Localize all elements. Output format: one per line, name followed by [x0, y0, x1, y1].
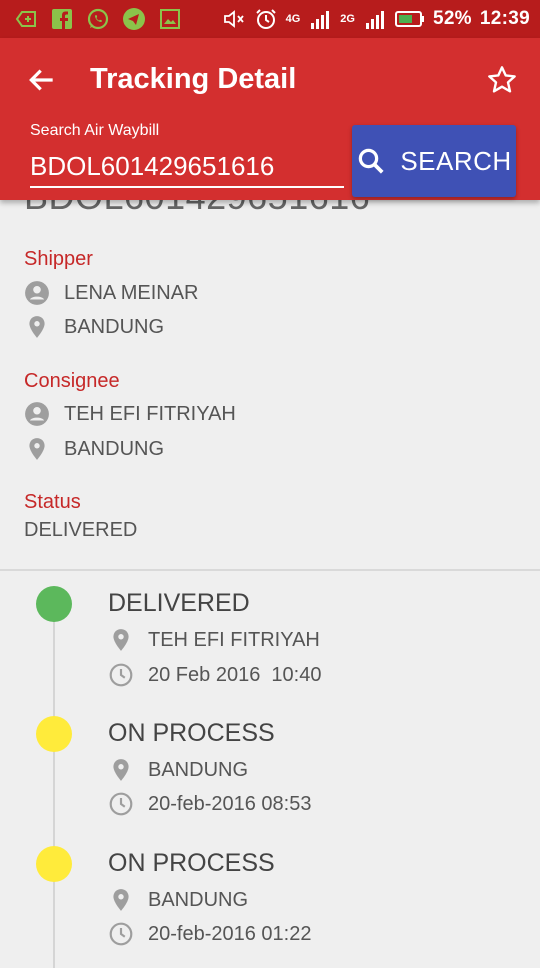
shipper-name-row: LENA MEINAR: [24, 280, 198, 306]
event-time-row: 20-feb-2016 01:22: [108, 921, 311, 947]
facebook-icon: [52, 9, 72, 29]
person-icon: [25, 402, 49, 426]
shipper-city: BANDUNG: [64, 315, 165, 338]
timeline-line: [53, 588, 55, 968]
event-time-row: 20 Feb 2016 10:40: [108, 662, 321, 688]
consignee-name-row: TEH EFI FITRIYAH: [24, 401, 236, 427]
timeline-dot-on-process: [36, 846, 72, 882]
app-bar: Tracking Detail Search Air Waybill SEARC…: [0, 38, 540, 200]
mute-icon: [223, 10, 244, 28]
network-type-1: 4G: [285, 13, 301, 25]
search-button-label: SEARCH: [400, 145, 512, 176]
shipper-title: Shipper: [24, 248, 93, 270]
timeline-dot-on-process: [36, 716, 72, 752]
person-icon: [25, 281, 49, 305]
notification-icons: [14, 7, 182, 31]
status-value: DELIVERED: [24, 519, 138, 541]
event-location-row: TEH EFI FITRIYAH: [108, 627, 320, 653]
battery-percent: 52%: [432, 8, 472, 29]
signal-icon-2: [365, 11, 384, 29]
event-time: 20-feb-2016 01:22: [148, 922, 312, 945]
search-icon: [359, 148, 384, 174]
event-status: ON PROCESS: [108, 719, 275, 747]
location-pin-icon: [113, 629, 129, 651]
page-title: Tracking Detail: [90, 63, 297, 95]
status-title: Status: [24, 491, 81, 513]
event-location: TEH EFI FITRIYAH: [148, 628, 320, 651]
clock: 12:39: [479, 8, 530, 29]
back-arrow-icon[interactable]: [26, 64, 58, 96]
shipper-city-row: BANDUNG: [24, 314, 164, 340]
consignee-city-row: BANDUNG: [24, 436, 164, 462]
event-location: BANDUNG: [148, 888, 249, 911]
waybill-input[interactable]: [30, 146, 344, 188]
star-icon[interactable]: [486, 64, 518, 96]
battery-icon: [394, 11, 424, 27]
location-pin-icon: [29, 316, 45, 338]
event-time: 20-feb-2016 08:53: [148, 792, 312, 815]
notification-add-icon: [15, 11, 36, 27]
whatsapp-icon: [87, 8, 109, 30]
clock-icon: [109, 922, 133, 946]
event-time: 20 Feb 2016 10:40: [148, 663, 322, 686]
clock-icon: [109, 792, 133, 816]
event-location-row: BANDUNG: [108, 757, 248, 783]
divider: [0, 569, 540, 571]
event-location: BANDUNG: [148, 758, 249, 781]
status-bar: 4G 2G 52% 12:39: [0, 0, 540, 38]
event-status: ON PROCESS: [108, 849, 275, 877]
clock-icon: [109, 663, 133, 687]
telegram-icon: [123, 8, 145, 30]
consignee-name: TEH EFI FITRIYAH: [64, 402, 236, 425]
consignee-title: Consignee: [24, 370, 120, 392]
system-indicators: 4G 2G 52% 12:39: [222, 7, 530, 31]
network-type-2: 2G: [340, 13, 355, 25]
location-pin-icon: [29, 438, 45, 460]
event-status: DELIVERED: [108, 589, 250, 617]
location-pin-icon: [113, 889, 129, 911]
image-icon: [160, 9, 180, 29]
signal-icon: [311, 11, 330, 29]
alarm-icon: [255, 9, 276, 29]
consignee-city: BANDUNG: [64, 437, 165, 460]
search-button[interactable]: SEARCH: [352, 125, 516, 197]
timeline-dot-delivered: [36, 586, 72, 622]
location-pin-icon: [113, 759, 129, 781]
event-location-row: BANDUNG: [108, 887, 248, 913]
shipper-name: LENA MEINAR: [64, 281, 199, 304]
event-time-row: 20-feb-2016 08:53: [108, 791, 311, 817]
search-label: Search Air Waybill: [30, 122, 160, 139]
